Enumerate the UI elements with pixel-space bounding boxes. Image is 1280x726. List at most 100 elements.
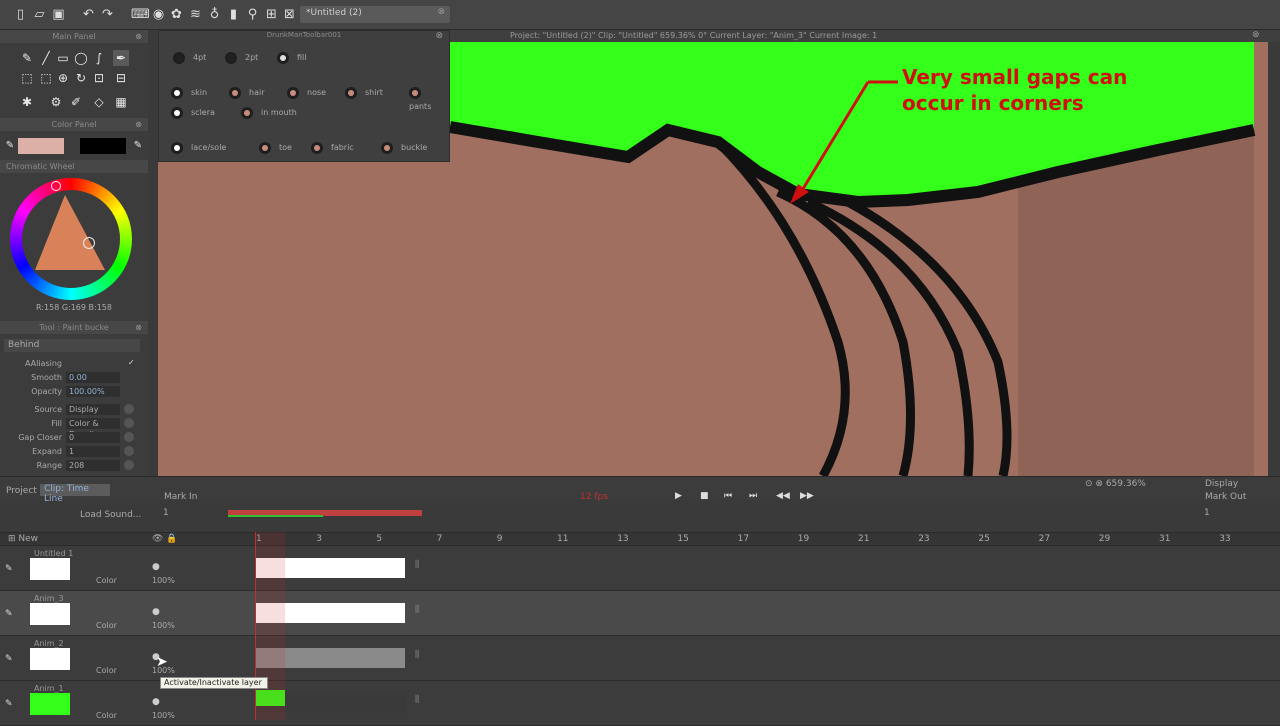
close-icon[interactable]: ⊗ xyxy=(435,31,443,41)
new-layer-button[interactable]: ⊞ New xyxy=(8,534,38,544)
layer-mode[interactable]: Color xyxy=(96,621,117,630)
opacity-field[interactable]: 100.00% xyxy=(66,386,120,397)
layer-row[interactable]: Anim_2 ✎ Color 100% ● ⫼ xyxy=(0,636,1280,681)
edit-pencil-icon[interactable]: ✎ xyxy=(5,564,13,574)
layers-icon[interactable]: ≋ xyxy=(187,6,204,23)
range-field[interactable]: 208 xyxy=(66,460,120,471)
color-button-fill[interactable]: fill xyxy=(277,51,306,65)
smooth-row[interactable]: Smooth 0.00 xyxy=(0,371,140,385)
keyboard-icon[interactable]: ⌨ xyxy=(131,6,150,23)
close-icon[interactable]: ⊗ xyxy=(135,118,142,131)
rectangle-tool-icon[interactable]: ▭ xyxy=(55,50,71,66)
color-button-fabric[interactable]: fabric xyxy=(311,141,354,155)
playhead[interactable] xyxy=(255,532,285,720)
zoom-tool-icon[interactable]: ⊕ xyxy=(55,70,71,86)
eyedropper-icon[interactable]: ✎ xyxy=(2,138,18,154)
brush-tool-icon[interactable]: ✐ xyxy=(68,94,84,110)
frame-end-icon[interactable]: ⫼ xyxy=(415,605,419,615)
rotate-tool-icon[interactable]: ↻ xyxy=(73,70,89,86)
gear-tool-icon[interactable]: ⚙ xyxy=(48,94,64,110)
redo-icon[interactable]: ↷ xyxy=(99,6,116,23)
clip-timeline-tab[interactable]: Clip: Time Line xyxy=(40,484,110,504)
select-lasso-icon[interactable]: ⬚ xyxy=(38,70,54,86)
gap-closer-row[interactable]: Gap Closer 0 xyxy=(0,431,140,445)
edit-pencil-icon[interactable]: ✎ xyxy=(5,699,13,709)
layer-mode[interactable]: Color xyxy=(96,666,117,675)
color-button-4pt[interactable]: 4pt xyxy=(173,51,206,65)
stop-icon[interactable]: ■ xyxy=(700,491,709,501)
save-icon[interactable]: ▣ xyxy=(50,6,67,23)
range-row[interactable]: Range 208 xyxy=(0,459,140,473)
next-frame-icon[interactable]: ▶▶ xyxy=(800,491,814,501)
source-select[interactable]: Display xyxy=(66,404,120,415)
dropdown-icon[interactable] xyxy=(124,418,134,428)
fit-tool-icon[interactable]: ⊟ xyxy=(113,70,129,86)
expand-field[interactable]: 1 xyxy=(66,446,120,457)
fill-select[interactable]: Color & Density xyxy=(66,418,120,439)
smooth-field[interactable]: 0.00 xyxy=(66,372,120,383)
dropdown-icon[interactable] xyxy=(124,446,134,456)
color-wheel-icon[interactable]: ◉ xyxy=(150,6,167,23)
load-sound-button[interactable]: Load Sound... xyxy=(80,510,141,520)
expand-row[interactable]: Expand 1 xyxy=(0,445,140,459)
source-row[interactable]: Source Display xyxy=(0,403,140,417)
visibility-icon[interactable]: 👁 xyxy=(152,534,163,544)
close-icon[interactable]: ⊗ xyxy=(135,30,142,43)
undo-icon[interactable]: ↶ xyxy=(80,6,97,23)
maximize-icon[interactable]: ⊗ xyxy=(1252,30,1260,40)
opacity-row[interactable]: Opacity 100.00% xyxy=(0,385,140,399)
color-button-sclera[interactable]: sclera xyxy=(171,106,215,120)
last-frame-icon[interactable]: ⏭ xyxy=(749,491,757,501)
eyedropper-tool-icon[interactable]: ✱ xyxy=(19,94,35,110)
layer-opacity[interactable]: 100% xyxy=(152,621,175,630)
eraser-tool-icon[interactable]: ◇ xyxy=(91,94,107,110)
color-triangle-handle[interactable] xyxy=(83,237,95,249)
close-icon[interactable]: ⊗ xyxy=(135,321,142,334)
display-select[interactable]: Display xyxy=(1205,479,1238,489)
layer-mode[interactable]: Color xyxy=(96,711,117,720)
prev-frame-icon[interactable]: ◀◀ xyxy=(776,491,790,501)
dropdown-icon[interactable] xyxy=(124,404,134,414)
layer-opacity[interactable]: 100% xyxy=(152,576,175,585)
search-icon[interactable]: ⚲ xyxy=(244,6,261,23)
transform-tool-icon[interactable]: ⊡ xyxy=(91,70,107,86)
grid-icon[interactable]: ⊠ xyxy=(281,6,298,23)
pencil-tool-icon[interactable]: ✎ xyxy=(19,50,35,66)
behind-section[interactable]: Behind xyxy=(4,339,140,352)
bulb-icon[interactable]: ♁ xyxy=(206,6,223,23)
fps-label[interactable]: 12 fps xyxy=(580,492,608,502)
tube-icon[interactable]: ▮ xyxy=(225,6,242,23)
aliasing-row[interactable]: AAliasing ✓ xyxy=(0,357,140,371)
color-button-skin[interactable]: skin xyxy=(171,86,207,100)
layer-row[interactable]: Untitled 1 ✎ Color 100% ● ⫼ xyxy=(0,546,1280,591)
color-button-toe[interactable]: toe xyxy=(259,141,292,155)
primary-color-swatch[interactable] xyxy=(18,138,64,154)
fill-row[interactable]: Fill Color & Density xyxy=(0,417,140,439)
ellipse-tool-icon[interactable]: ◯ xyxy=(73,50,89,66)
gap-closer-field[interactable]: 0 xyxy=(66,432,120,443)
dropdown-icon[interactable] xyxy=(124,432,134,442)
mark-out-label[interactable]: Mark Out xyxy=(1205,492,1246,502)
brush-icon[interactable]: ✿ xyxy=(168,6,185,23)
picker-icon[interactable]: ✎ xyxy=(130,138,146,154)
color-button-hair[interactable]: hair xyxy=(229,86,264,100)
color-button-buckle[interactable]: buckle xyxy=(381,141,427,155)
layer-thumbnail[interactable] xyxy=(30,648,70,670)
layer-row[interactable]: Anim_3 ✎ Color 100% ● ⫼ xyxy=(0,591,1280,636)
activate-layer-icon[interactable]: ● xyxy=(152,562,160,572)
frame-end-icon[interactable]: ⫼ xyxy=(415,560,419,570)
color-button-pants[interactable]: pants xyxy=(409,86,449,111)
ruler-icon[interactable]: ⊞ xyxy=(263,6,280,23)
edit-pencil-icon[interactable]: ✎ xyxy=(5,654,13,664)
layer-opacity[interactable]: 100% xyxy=(152,711,175,720)
hand-tool-icon[interactable]: ▦ xyxy=(113,94,129,110)
frame-end-icon[interactable]: ⫼ xyxy=(415,695,419,705)
play-icon[interactable]: ▶ xyxy=(675,491,682,501)
layer-mode[interactable]: Color xyxy=(96,576,117,585)
mark-in-label[interactable]: Mark In xyxy=(164,492,197,502)
color-triangle[interactable] xyxy=(35,195,105,270)
color-button-in-mouth[interactable]: in mouth xyxy=(241,106,297,120)
project-tab[interactable]: Project xyxy=(6,486,37,496)
layer-thumbnail[interactable] xyxy=(30,558,70,580)
activate-layer-icon[interactable]: ● xyxy=(152,697,160,707)
